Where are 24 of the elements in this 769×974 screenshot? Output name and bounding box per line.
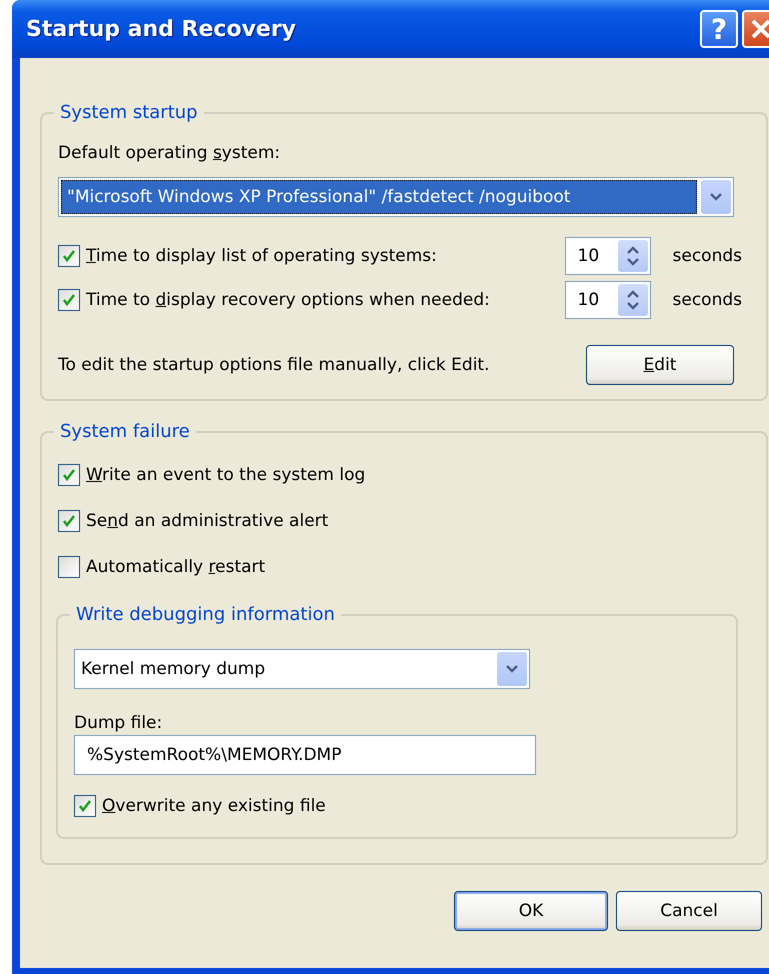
checkbox-label: Overwrite any existing file — [102, 796, 326, 816]
checkbox-label: Send an administrative alert — [86, 511, 328, 531]
ok-button[interactable]: OK — [454, 891, 608, 931]
unit-label: seconds — [672, 290, 742, 310]
edit-button[interactable]: Edit — [586, 345, 734, 385]
help-button[interactable]: ? — [700, 10, 738, 48]
unit-label: seconds — [672, 246, 742, 266]
dump-file-field[interactable]: %SystemRoot%\MEMORY.DMP — [74, 735, 536, 775]
hint-text: To edit the startup options file manually, click Edit. — [58, 355, 490, 375]
spin-field[interactable]: 10 — [564, 237, 650, 275]
group-title: System startup — [59, 102, 199, 123]
os-dropdown[interactable]: "Microsoft Windows XP Professional" /fastdetect /noguiboot — [58, 177, 734, 217]
cancel-button[interactable]: Cancel — [616, 891, 762, 931]
checkbox-label: Time to display list of operating systems: — [86, 246, 437, 266]
spin-field[interactable]: 10 — [564, 281, 650, 319]
checkbox-label: Automatically restart — [86, 557, 266, 577]
field-label: Default operating system: — [58, 143, 282, 163]
field-label: Dump file: — [74, 713, 164, 733]
checkbox-label: Time to display recovery options when needed: — [86, 290, 490, 310]
group-title: System failure — [59, 421, 191, 442]
checkbox-label: Write an event to the system log — [86, 465, 366, 485]
dump-type-dropdown[interactable]: Kernel memory dump — [74, 649, 530, 689]
window-title: Startup and Recovery — [26, 16, 298, 42]
group-title: Write debugging information — [75, 604, 336, 625]
